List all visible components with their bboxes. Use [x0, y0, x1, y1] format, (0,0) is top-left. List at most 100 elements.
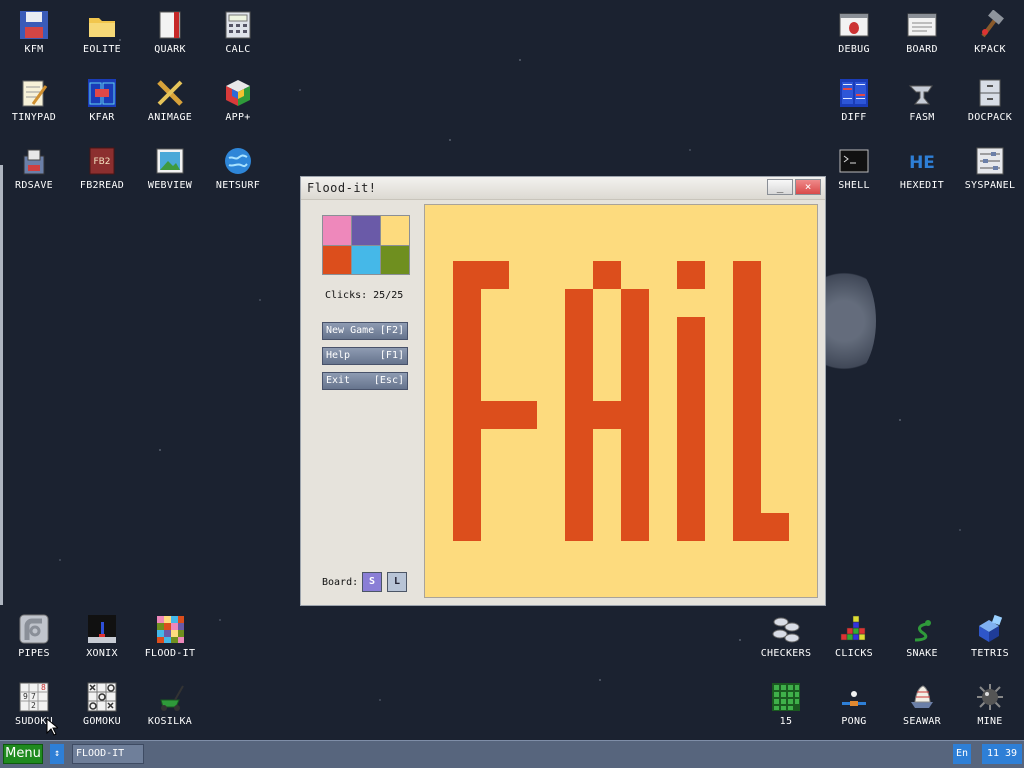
help-button[interactable]: Help [F1]	[322, 347, 408, 365]
desktop-icon-pong[interactable]: PONG	[820, 672, 888, 740]
desktop-icon-tinypad[interactable]: TINYPAD	[0, 68, 68, 136]
minimize-button[interactable]: _	[767, 179, 793, 195]
dual-panel-icon	[86, 77, 118, 109]
color-swatch-blue[interactable]	[352, 245, 380, 274]
desktop-icon-diff[interactable]: DIFF	[820, 68, 888, 136]
desktop-icon-gomoku[interactable]: GOMOKU	[68, 672, 136, 740]
fail-letter-f-mid	[453, 401, 537, 429]
xonix-icon	[86, 613, 118, 645]
clock[interactable]: 11 39	[982, 744, 1022, 764]
checkers-icon	[770, 613, 802, 645]
color-grid-icon	[154, 613, 186, 645]
desktop-icon-seawar[interactable]: SEAWAR	[888, 672, 956, 740]
help-label: Help	[326, 350, 351, 361]
desktop-icon-xonix[interactable]: XONIX	[68, 604, 136, 672]
sliders-icon	[974, 145, 1006, 177]
notepad-icon	[18, 77, 50, 109]
fail-letter-i-stem	[677, 317, 705, 541]
floppy-disk-icon	[18, 9, 50, 41]
desktop-icon-debug[interactable]: DEBUG	[820, 0, 888, 68]
board-small-button[interactable]: S	[362, 572, 382, 592]
color-swatch-pink[interactable]	[323, 216, 351, 245]
window-switch-button[interactable]: ↕	[50, 744, 64, 764]
diff-icon	[838, 77, 870, 109]
mouse-cursor-icon	[46, 718, 58, 736]
ship-icon	[906, 681, 938, 713]
svg-text:7: 7	[31, 692, 36, 701]
folder-icon	[86, 9, 118, 41]
color-swatch-yellow[interactable]	[381, 216, 409, 245]
terminal-icon	[838, 145, 870, 177]
desktop-icon-clicks[interactable]: CLICKS	[820, 604, 888, 672]
board-large-button[interactable]: L	[387, 572, 407, 592]
fail-letter-l	[733, 261, 761, 541]
pong-icon	[838, 681, 870, 713]
taskbar: Menu ↕ FLOOD-IT En 11 39	[0, 740, 1024, 768]
desktop-icon-webview[interactable]: WEBVIEW	[136, 136, 204, 204]
desktop-icon-kosilka[interactable]: KOSILKA	[136, 672, 204, 740]
desktop-icon-shell[interactable]: SHELL	[820, 136, 888, 204]
mine-icon	[974, 681, 1006, 713]
green-grid-icon	[770, 681, 802, 713]
desktop-icon-board[interactable]: BOARD	[888, 0, 956, 68]
desktop-icon-flood-it[interactable]: FLOOD-IT	[136, 604, 204, 672]
svg-text:2: 2	[31, 701, 36, 710]
desktop-icon-hexedit[interactable]: HE HEXEDIT	[888, 136, 956, 204]
desktop-icon-eolite[interactable]: EOLITE	[68, 0, 136, 68]
desktop-icon-fb2read[interactable]: FB2 FB2READ	[68, 136, 136, 204]
color-swatch-green[interactable]	[381, 245, 409, 274]
fail-letter-f-top	[453, 261, 509, 289]
color-swatch-orange[interactable]	[323, 245, 351, 274]
window-titlebar[interactable]: Flood-it! _ ×	[301, 177, 825, 200]
desktop-icon-app-plus[interactable]: APP+	[204, 68, 272, 136]
clicks-counter: Clicks: 25/25	[325, 290, 404, 301]
exit-label: Exit	[326, 375, 351, 386]
game-board[interactable]	[424, 204, 818, 598]
desktop-icon-15[interactable]: 15	[752, 672, 820, 740]
fail-letter-a-mid	[565, 401, 649, 429]
new-game-label: New Game	[326, 325, 375, 336]
snake-icon	[906, 613, 938, 645]
hex-icon: HE	[906, 145, 938, 177]
calculator-icon	[222, 9, 254, 41]
new-game-button[interactable]: New Game [F2]	[322, 322, 408, 340]
desktop-icon-animage[interactable]: ANIMAGE	[136, 68, 204, 136]
side-panel-edge	[0, 165, 3, 605]
desktop-icon-rdsave[interactable]: RDSAVE	[0, 136, 68, 204]
desktop-icon-syspanel[interactable]: SYSPANEL	[956, 136, 1024, 204]
sudoku-icon: 9782	[18, 681, 50, 713]
notebook-icon	[154, 9, 186, 41]
svg-text:9: 9	[23, 692, 28, 701]
menu-button[interactable]: Menu	[3, 744, 43, 764]
globe-icon	[222, 145, 254, 177]
cabinet-icon	[974, 77, 1006, 109]
close-button[interactable]: ×	[795, 179, 821, 195]
svg-text:8: 8	[41, 683, 46, 692]
desktop-icon-kpack[interactable]: KPACK	[956, 0, 1024, 68]
help-shortcut: [F1]	[379, 350, 404, 361]
taskbar-item-flood-it[interactable]: FLOOD-IT	[72, 744, 144, 764]
desktop-icon-pipes[interactable]: PIPES	[0, 604, 68, 672]
svg-text:HE: HE	[909, 153, 935, 173]
exit-button[interactable]: Exit [Esc]	[322, 372, 408, 390]
web-picture-icon	[154, 145, 186, 177]
desktop-icon-snake[interactable]: SNAKE	[888, 604, 956, 672]
rubik-cube-icon	[222, 77, 254, 109]
desktop-icon-netsurf[interactable]: NETSURF	[204, 136, 272, 204]
desktop-icon-docpack[interactable]: DOCPACK	[956, 68, 1024, 136]
anvil-icon	[906, 77, 938, 109]
desktop-icon-calc[interactable]: CALC	[204, 0, 272, 68]
svg-text:FB2: FB2	[93, 157, 110, 167]
desktop-icon-tetris[interactable]: TETRIS	[956, 604, 1024, 672]
desktop-icon-quark[interactable]: QUARK	[136, 0, 204, 68]
hammer-icon	[974, 9, 1006, 41]
desktop-icon-fasm[interactable]: FASM	[888, 68, 956, 136]
fail-letter-l-base	[733, 513, 789, 541]
desktop-icon-kfm[interactable]: KFM	[0, 0, 68, 68]
desktop-icon-mine[interactable]: MINE	[956, 672, 1024, 740]
color-swatch-purple[interactable]	[352, 216, 380, 245]
fail-letter-a-top	[593, 261, 621, 289]
desktop-icon-kfar[interactable]: KFAR	[68, 68, 136, 136]
language-indicator[interactable]: En	[953, 744, 971, 764]
desktop-icon-checkers[interactable]: CHECKERS	[752, 604, 820, 672]
